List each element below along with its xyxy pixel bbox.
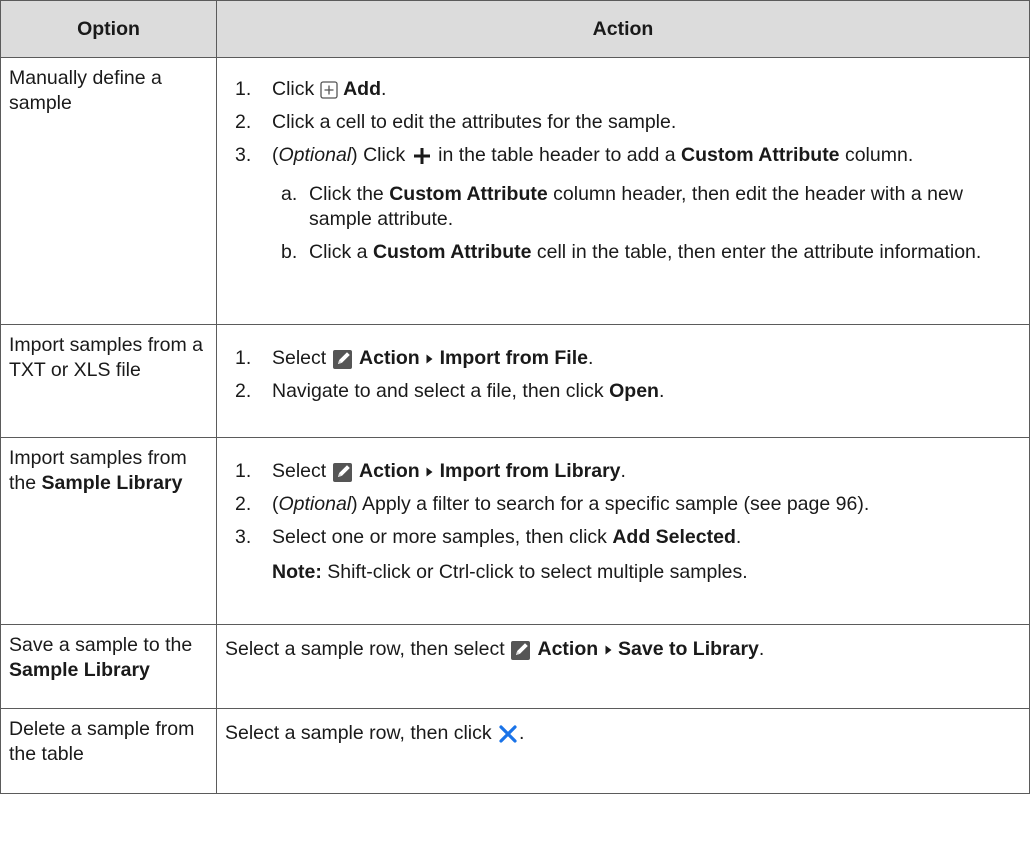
option-text: Save a sample to the xyxy=(9,634,193,656)
step-number: 2. xyxy=(235,493,252,515)
action-cell: Select a sample row, then click . xyxy=(216,708,1030,794)
step-strong: Add Selected xyxy=(612,526,736,548)
action-text: Select a sample row, then click xyxy=(225,722,492,744)
option-text: Delete a sample from the table xyxy=(9,718,195,765)
step-text: . xyxy=(658,380,665,402)
submenu-arrow-icon xyxy=(604,644,613,656)
option-cell: Import samples from the Sample Library xyxy=(0,437,217,625)
substep-letter: a. xyxy=(281,183,298,205)
option-text: Manually define a sample xyxy=(9,67,162,114)
table-header-row: Option Action xyxy=(0,0,1030,58)
substep-strong: Custom Attribute xyxy=(389,183,548,205)
substep-strong: Custom Attribute xyxy=(372,241,532,263)
action-cell: 1. Select Action Import from File. 2. Na… xyxy=(216,324,1030,438)
step-text: Navigate to and select a file, then clic… xyxy=(272,380,604,402)
step-text: Click xyxy=(363,144,406,166)
option-text: Import samples from a TXT or XLS file xyxy=(9,334,203,381)
action-text: . xyxy=(758,638,765,660)
step-text: Apply a filter to search for a specific … xyxy=(361,493,870,515)
option-cell: Save a sample to the Sample Library xyxy=(0,624,217,709)
substep-list: a. Click the Custom Attribute column hea… xyxy=(272,182,1017,265)
action-text: . xyxy=(519,722,525,744)
substep-text: Click a xyxy=(309,241,368,263)
step-number: 3. xyxy=(235,526,252,548)
step-strong: Action xyxy=(359,347,420,369)
note-label: Note: xyxy=(272,561,322,583)
substep-text: Click the xyxy=(309,183,384,205)
action-strong: Save to Library xyxy=(618,638,759,660)
step-number: 1. xyxy=(235,347,252,369)
optional-label: Optional xyxy=(278,144,352,166)
edit-action-icon xyxy=(332,461,354,483)
action-cell: 1. Click Add. 2. Click a cell to edit th… xyxy=(216,57,1030,325)
step-item: 2. Click a cell to edit the attributes f… xyxy=(225,110,1017,135)
step-text: Select one or more samples, then click xyxy=(272,526,607,548)
table-row: Manually define a sample 1. Click Add. 2… xyxy=(0,57,1030,325)
step-text: Select xyxy=(272,347,327,369)
action-cell: 1. Select Action Import from Library. 2.… xyxy=(216,437,1030,625)
table-row: Import samples from the Sample Library 1… xyxy=(0,437,1030,625)
note: Note: Shift-click or Ctrl-click to selec… xyxy=(225,560,1017,585)
step-text: . xyxy=(381,78,387,100)
step-text: . xyxy=(587,347,594,369)
step-strong: Open xyxy=(609,380,659,402)
option-strong: Sample Library xyxy=(41,472,183,494)
plus-icon xyxy=(411,145,433,167)
option-strong: Sample Library xyxy=(9,659,150,681)
step-strong: Custom Attribute xyxy=(681,144,840,166)
submenu-arrow-icon xyxy=(425,353,434,365)
action-cell: Select a sample row, then select Action … xyxy=(216,624,1030,709)
delete-x-icon xyxy=(497,723,519,745)
column-header-option: Option xyxy=(0,0,217,58)
step-text: Click a cell to edit the attributes for … xyxy=(272,111,677,133)
substep-item: b. Click a Custom Attribute cell in the … xyxy=(272,240,1017,265)
step-item: 1. Select Action Import from File. xyxy=(225,346,1017,371)
optional-label: Optional xyxy=(278,493,352,515)
step-strong: Add xyxy=(343,78,381,100)
note-text: Shift-click or Ctrl-click to select mult… xyxy=(327,561,748,583)
step-item: 3. Select one or more samples, then clic… xyxy=(225,525,1017,550)
step-item: 1. Select Action Import from Library. xyxy=(225,459,1017,484)
substep-letter: b. xyxy=(281,241,298,263)
step-list: 1. Click Add. 2. Click a cell to edit th… xyxy=(225,77,1017,265)
step-number: 1. xyxy=(235,78,252,100)
step-item: 3. (Optional) Click in the table header … xyxy=(225,143,1017,265)
table-row: Import samples from a TXT or XLS file 1.… xyxy=(0,324,1030,438)
step-text: . xyxy=(620,460,626,482)
step-text: . xyxy=(735,526,742,548)
step-number: 3. xyxy=(235,144,252,166)
options-table: Option Action Manually define a sample 1… xyxy=(0,0,1030,794)
step-text: column. xyxy=(844,144,914,166)
table-row: Delete a sample from the table Select a … xyxy=(0,708,1030,794)
submenu-arrow-icon xyxy=(425,466,434,478)
step-list: 1. Select Action Import from File. 2. Na… xyxy=(225,346,1017,404)
step-item: 1. Click Add. xyxy=(225,77,1017,102)
step-list: 1. Select Action Import from Library. 2.… xyxy=(225,459,1017,550)
edit-action-icon xyxy=(332,348,354,370)
option-cell: Manually define a sample xyxy=(0,57,217,325)
table-row: Save a sample to the Sample Library Sele… xyxy=(0,624,1030,709)
column-header-action: Action xyxy=(216,0,1030,58)
add-box-icon xyxy=(320,81,338,99)
step-strong: Import from File xyxy=(439,347,588,369)
step-strong: Import from Library xyxy=(439,460,621,482)
step-item: 2. (Optional) Apply a filter to search f… xyxy=(225,492,1017,517)
substep-item: a. Click the Custom Attribute column hea… xyxy=(272,182,1017,232)
substep-text: cell in the table, then enter the attrib… xyxy=(536,241,982,263)
step-number: 1. xyxy=(235,460,252,482)
option-cell: Import samples from a TXT or XLS file xyxy=(0,324,217,438)
paren: ) xyxy=(351,493,358,515)
step-number: 2. xyxy=(235,111,252,133)
step-strong: Action xyxy=(359,460,420,482)
paren: ) xyxy=(351,144,358,166)
step-number: 2. xyxy=(235,380,252,402)
action-text: Select a sample row, then select xyxy=(225,638,505,660)
option-cell: Delete a sample from the table xyxy=(0,708,217,794)
edit-action-icon xyxy=(510,639,532,661)
action-strong: Action xyxy=(537,638,599,660)
step-text: Select xyxy=(272,460,327,482)
step-text: in the table header to add a xyxy=(438,144,676,166)
step-item: 2. Navigate to and select a file, then c… xyxy=(225,379,1017,404)
step-text: Click xyxy=(272,78,315,100)
